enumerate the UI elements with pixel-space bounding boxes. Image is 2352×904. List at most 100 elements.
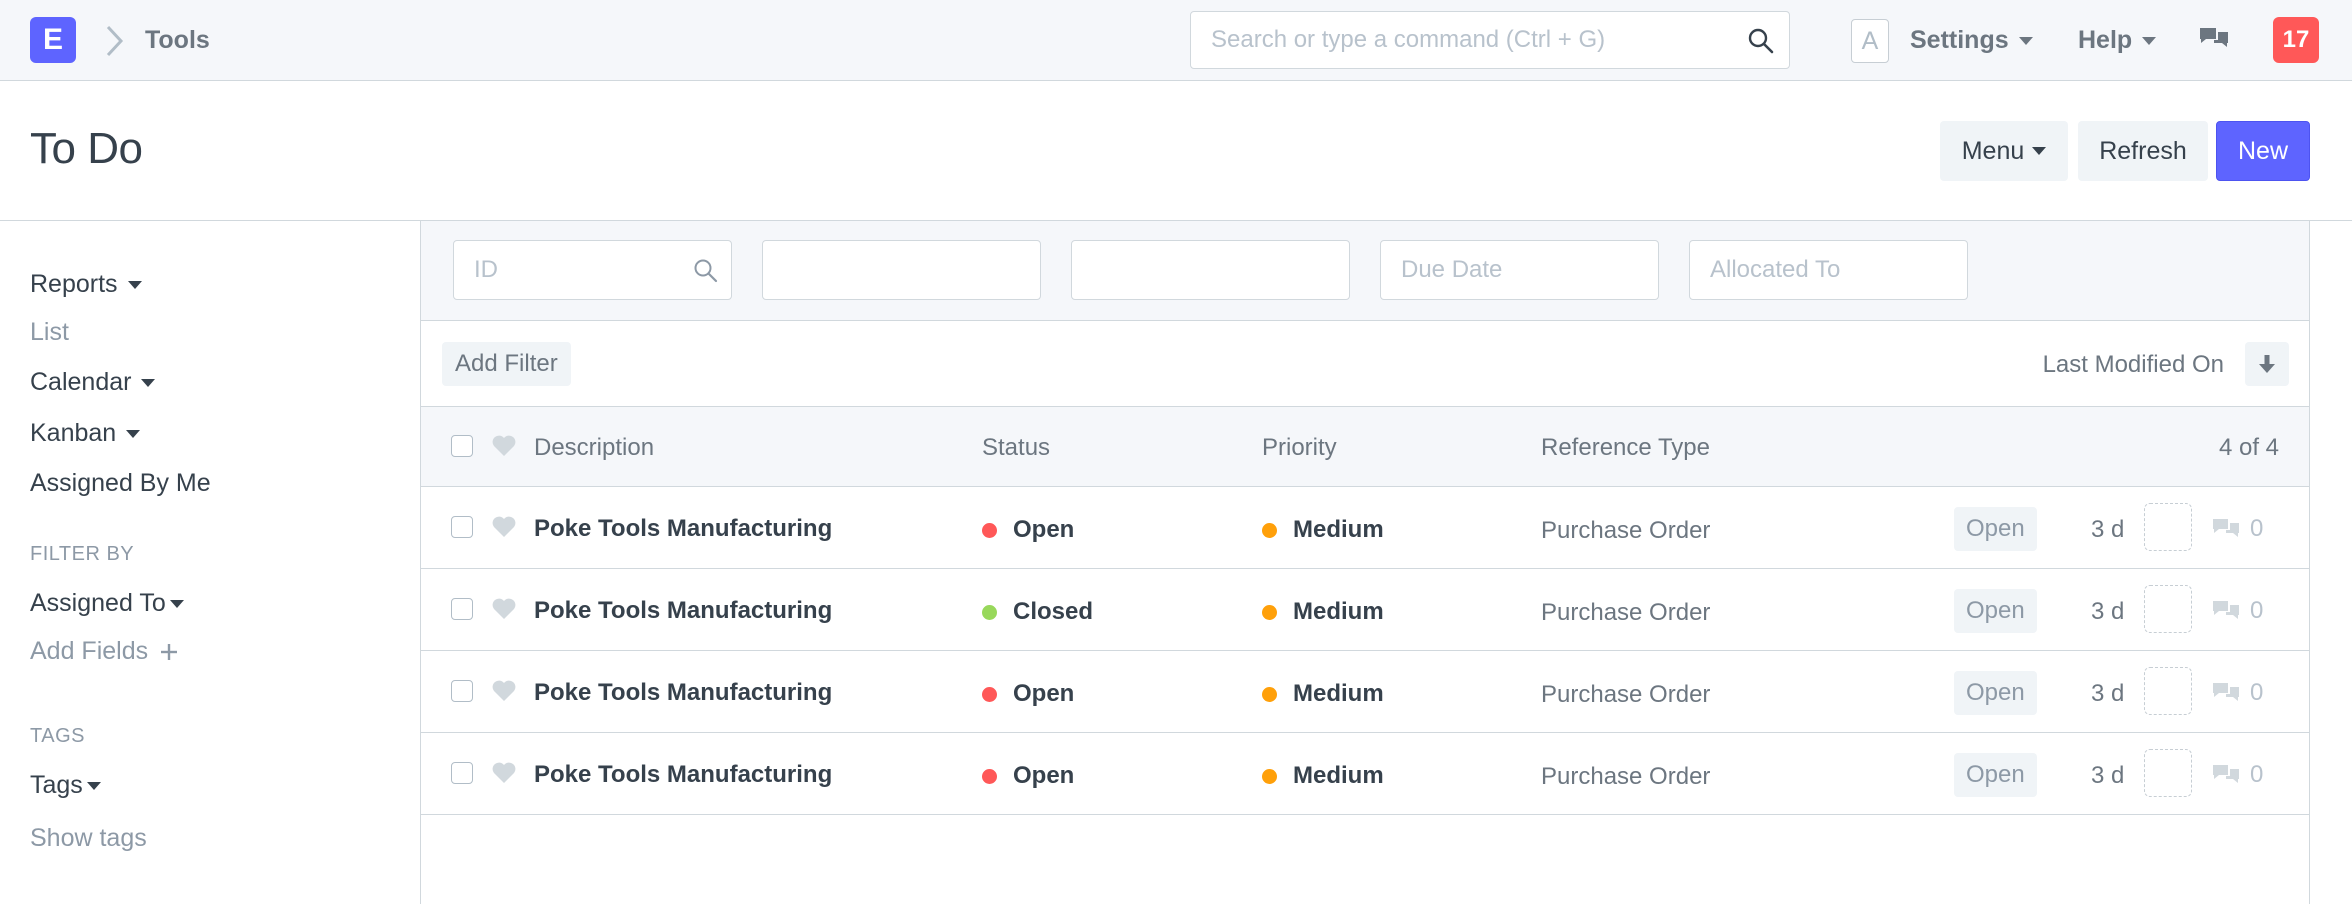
heart-icon[interactable] (491, 434, 517, 458)
filter-field-2 (762, 240, 1041, 300)
settings-dropdown[interactable]: Settings (1910, 26, 2033, 55)
status-indicator: Open (982, 516, 1074, 544)
sidebar-item-kanban[interactable]: Kanban (30, 419, 141, 448)
heart-icon[interactable] (491, 761, 517, 785)
modified-time: 3 d (2091, 516, 2125, 543)
priority-indicator: Medium (1262, 516, 1384, 544)
comment-count-value: 0 (2250, 761, 2264, 788)
status-dot (982, 768, 997, 784)
caret-down-icon (86, 781, 101, 790)
priority-label: Medium (1293, 516, 1384, 543)
user-avatar[interactable]: A (1851, 19, 1889, 63)
caret-down-icon (127, 280, 142, 289)
app-logo[interactable]: E (30, 17, 76, 63)
priority-dot (1262, 768, 1277, 784)
modified-time: 3 d (2091, 598, 2125, 625)
status-indicator: Open (982, 762, 1074, 790)
row-checkbox[interactable] (451, 762, 473, 784)
sort-order-button[interactable] (2245, 342, 2289, 386)
id-filter-input[interactable] (454, 241, 731, 299)
status-label: Open (1013, 762, 1075, 789)
assignee-avatar-placeholder[interactable] (2144, 749, 2192, 797)
notifications-badge[interactable]: 17 (2273, 17, 2319, 63)
refresh-button[interactable]: Refresh (2078, 121, 2208, 181)
caret-down-icon (2032, 147, 2047, 155)
status-indicator: Closed (982, 598, 1093, 626)
heart-icon[interactable] (491, 597, 517, 621)
priority-indicator: Medium (1262, 762, 1384, 790)
column-description: Description (534, 434, 655, 461)
sidebar-item-assigned-by-me[interactable]: Assigned By Me (30, 469, 211, 498)
chat-icon[interactable] (2198, 25, 2230, 53)
plus-icon (161, 643, 178, 660)
sidebar-item-list[interactable]: List (30, 318, 69, 347)
menu-label: Menu (1961, 136, 2025, 165)
arrow-down-icon (2259, 355, 2275, 373)
list-row[interactable]: Poke Tools Manufacturing Open Medium Pur… (421, 733, 2309, 815)
row-description[interactable]: Poke Tools Manufacturing (534, 597, 832, 625)
row-reference-type: Purchase Order (1541, 599, 1711, 626)
row-description[interactable]: Poke Tools Manufacturing (534, 761, 832, 789)
select-all-checkbox[interactable] (451, 435, 473, 457)
tags-heading: TAGS (30, 725, 85, 747)
comment-icon (2213, 519, 2239, 537)
assignee-avatar-placeholder[interactable] (2144, 667, 2192, 715)
allocated-to-input[interactable] (1690, 241, 1967, 299)
list-row[interactable]: Poke Tools Manufacturing Open Medium Pur… (421, 651, 2309, 733)
priority-indicator: Medium (1262, 598, 1384, 626)
caret-down-icon (126, 429, 141, 438)
filter-sort-bar: Add Filter Last Modified On (421, 321, 2309, 407)
status-label: Open (1013, 516, 1075, 543)
row-description[interactable]: Poke Tools Manufacturing (534, 679, 832, 707)
filter-field-2-input[interactable] (763, 241, 1040, 299)
row-checkbox[interactable] (451, 680, 473, 702)
status-badge: Open (1954, 507, 2037, 551)
sidebar-assigned-to[interactable]: Assigned To (30, 589, 184, 618)
sort-selector[interactable]: Last Modified On (2043, 351, 2224, 379)
due-date-input[interactable] (1381, 241, 1658, 299)
sidebar-item-calendar[interactable]: Calendar (30, 368, 156, 397)
comment-icon (2213, 683, 2239, 701)
help-dropdown[interactable]: Help (2078, 26, 2157, 55)
caret-down-icon (141, 378, 156, 387)
list-row[interactable]: Poke Tools Manufacturing Open Medium Pur… (421, 487, 2309, 569)
add-filter-button[interactable]: Add Filter (442, 342, 571, 386)
row-checkbox[interactable] (451, 598, 473, 620)
comment-count-value: 0 (2250, 597, 2264, 624)
new-button[interactable]: New (2216, 121, 2310, 181)
heart-icon[interactable] (491, 515, 517, 539)
row-checkbox[interactable] (451, 516, 473, 538)
search-icon (694, 259, 718, 283)
status-label: Open (1013, 680, 1075, 707)
comment-count: 0 (2211, 597, 2263, 625)
assignee-avatar-placeholder[interactable] (2144, 503, 2192, 551)
menu-button[interactable]: Menu (1940, 121, 2068, 181)
priority-dot (1262, 522, 1277, 538)
comment-count: 0 (2211, 679, 2263, 707)
due-date-filter (1380, 240, 1659, 300)
page-title: To Do (30, 124, 143, 173)
breadcrumb-tools[interactable]: Tools (145, 26, 210, 55)
navbar: E Tools A Settings Help 17 (0, 0, 2352, 81)
column-reference-type: Reference Type (1541, 434, 1710, 461)
assignee-avatar-placeholder[interactable] (2144, 585, 2192, 633)
show-tags-link[interactable]: Show tags (30, 824, 147, 853)
row-description[interactable]: Poke Tools Manufacturing (534, 515, 832, 543)
show-tags-label: Show tags (30, 824, 147, 852)
search-input[interactable] (1191, 12, 1789, 68)
sidebar-item-reports[interactable]: Reports (30, 270, 142, 299)
column-status: Status (982, 434, 1051, 461)
sidebar-item-label: Reports (30, 270, 118, 298)
status-dot (982, 686, 997, 702)
sidebar-item-label: Assigned By Me (30, 469, 211, 497)
comment-count-value: 0 (2250, 515, 2264, 542)
add-fields-link[interactable]: Add Fields (30, 637, 178, 666)
heart-icon[interactable] (491, 679, 517, 703)
filter-field-3-input[interactable] (1072, 241, 1349, 299)
priority-label: Medium (1293, 598, 1384, 625)
list-row[interactable]: Poke Tools Manufacturing Closed Medium P… (421, 569, 2309, 651)
status-dot (982, 604, 997, 620)
awesomebar (1190, 11, 1790, 69)
sidebar-tags[interactable]: Tags (30, 771, 101, 800)
comment-icon (2213, 765, 2239, 783)
